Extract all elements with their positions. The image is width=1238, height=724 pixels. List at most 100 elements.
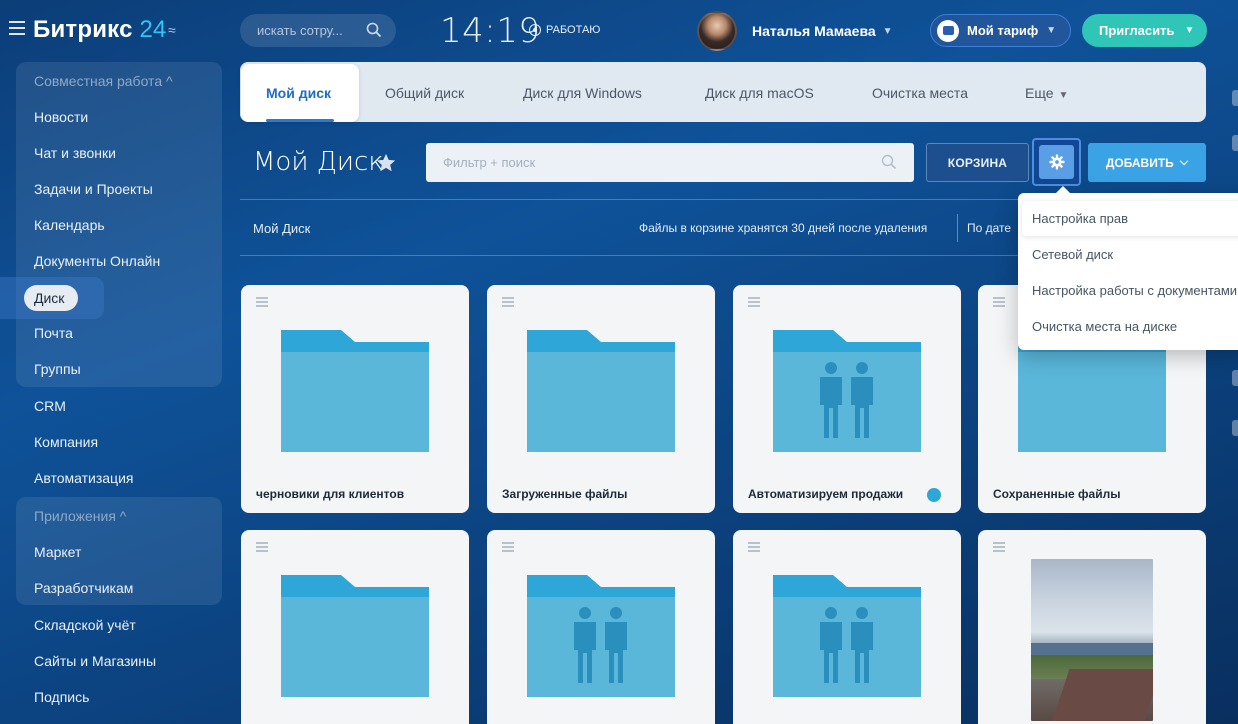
status-label: РАБОТАЮ xyxy=(546,24,601,36)
add-button[interactable]: ДОБАВИТЬ ⌵ xyxy=(1088,143,1206,182)
sidebar-item-developers[interactable]: Разработчикам xyxy=(34,580,133,596)
drag-handle-icon[interactable] xyxy=(993,542,1005,552)
sidebar-item-sign[interactable]: Подпись xyxy=(34,689,89,705)
sidebar-item-crm[interactable]: CRM xyxy=(34,398,66,414)
right-panel-icon[interactable] xyxy=(1232,370,1238,386)
sidebar-item-automation[interactable]: Автоматизация xyxy=(34,470,133,486)
tab-shared-disk[interactable]: Общий диск xyxy=(385,85,464,101)
search-icon[interactable] xyxy=(881,154,897,170)
file-card-name: черновики для клиентов xyxy=(256,487,405,501)
menu-item-disk-cleanup[interactable]: Очистка места на диске xyxy=(1032,319,1177,334)
right-panel-strip xyxy=(1232,0,1238,724)
sidebar-item-mail[interactable]: Почта xyxy=(34,325,73,341)
file-card[interactable]: черновики для клиентов xyxy=(241,285,469,513)
clock: 14:19 xyxy=(440,11,541,51)
chevron-down-icon: ▼ xyxy=(1058,90,1069,101)
drag-handle-icon[interactable] xyxy=(256,297,268,307)
settings-dropdown-menu: Настройка прав Сетевой диск Настройка ра… xyxy=(1018,186,1238,350)
sidebar-item-news[interactable]: Новости xyxy=(34,109,88,125)
folder-icon xyxy=(527,330,675,452)
trash-retention-note: Файлы в корзине хранятся 30 дней после у… xyxy=(639,221,928,235)
logo-number: 24 xyxy=(139,16,167,43)
disk-tabs: Мой диск Общий диск Диск для Windows Дис… xyxy=(240,62,1206,122)
logo[interactable]: Битрикс 24 xyxy=(33,16,167,44)
employee-search-input[interactable]: искать сотру... xyxy=(240,14,396,47)
invite-label: Пригласить xyxy=(1099,23,1175,38)
user-menu[interactable]: Наталья Мамаева ▼ xyxy=(697,11,893,51)
menu-item-access-rights[interactable]: Настройка прав xyxy=(1032,211,1128,226)
star-icon[interactable] xyxy=(375,152,397,174)
page-title: Мой Диск xyxy=(253,147,384,177)
drag-handle-icon[interactable] xyxy=(748,542,760,552)
shared-folder-icon xyxy=(773,575,921,697)
file-card-name: Сохраненные файлы xyxy=(993,487,1121,501)
sidebar-item-sites[interactable]: Сайты и Магазины xyxy=(34,653,156,669)
avatar[interactable] xyxy=(697,11,737,51)
file-card[interactable] xyxy=(978,530,1206,724)
status-icon xyxy=(529,24,541,36)
sidebar-item-market[interactable]: Маркет xyxy=(34,544,81,560)
menu-burger-icon[interactable] xyxy=(9,21,25,35)
filter-search-input[interactable]: Фильтр + поиск xyxy=(426,143,914,182)
top-header: Битрикс 24 ≈ искать сотру... 14:19 РАБОТ… xyxy=(0,0,1238,62)
user-name: Наталья Мамаева xyxy=(752,23,876,39)
sort-selector[interactable]: По дате xyxy=(967,221,1011,235)
tab-more[interactable]: Еще ▼ xyxy=(1025,85,1068,101)
sidebar-item-docs[interactable]: Документы Онлайн xyxy=(34,253,160,269)
right-panel-icon[interactable] xyxy=(1232,135,1238,151)
drag-handle-icon[interactable] xyxy=(502,542,514,552)
work-status[interactable]: РАБОТАЮ xyxy=(529,24,600,36)
tab-disk-macos[interactable]: Диск для macOS xyxy=(705,85,814,101)
sidebar-item-groups[interactable]: Группы xyxy=(34,361,81,377)
chevron-down-icon: ▼ xyxy=(882,25,893,37)
photo-sea xyxy=(1031,643,1153,655)
sidebar-item-disk[interactable]: Диск xyxy=(34,290,64,306)
tab-disk-windows[interactable]: Диск для Windows xyxy=(523,85,642,101)
sidebar-item-tasks[interactable]: Задачи и Проекты xyxy=(34,181,153,197)
invite-button[interactable]: Пригласить ▼ xyxy=(1082,14,1207,47)
drag-handle-icon[interactable] xyxy=(256,542,268,552)
tariff-label: Мой тариф xyxy=(967,23,1039,38)
tariff-button[interactable]: Мой тариф ▼ xyxy=(930,14,1071,47)
tab-my-disk[interactable]: Мой диск xyxy=(266,85,331,101)
photo-path xyxy=(1052,669,1153,721)
file-card[interactable] xyxy=(733,530,961,724)
drag-handle-icon[interactable] xyxy=(502,297,514,307)
image-thumbnail xyxy=(1031,559,1153,721)
logo-text: Битрикс xyxy=(33,16,133,43)
search-placeholder: искать сотру... xyxy=(257,23,343,38)
right-panel-icon[interactable] xyxy=(1232,420,1238,436)
menu-item-document-settings[interactable]: Настройка работы с документами xyxy=(1032,283,1237,298)
trash-button[interactable]: КОРЗИНА xyxy=(926,143,1029,182)
shared-users-icon xyxy=(927,488,941,502)
search-icon[interactable] xyxy=(366,22,382,38)
tab-active-underline xyxy=(266,119,334,122)
right-panel-icon[interactable] xyxy=(1232,90,1238,106)
file-card[interactable] xyxy=(241,530,469,724)
settings-button[interactable] xyxy=(1032,138,1081,186)
menu-item-network-drive[interactable]: Сетевой диск xyxy=(1032,247,1113,262)
file-card-name: Автоматизируем продажи xyxy=(748,487,904,501)
divider xyxy=(957,214,958,242)
shared-folder-icon xyxy=(527,575,675,697)
sidebar-item-company[interactable]: Компания xyxy=(34,434,98,450)
gear-icon xyxy=(1049,154,1064,170)
tab-cleanup[interactable]: Очистка места xyxy=(872,85,968,101)
sidebar: Совместная работа ^ Новости Чат и звонки… xyxy=(0,62,230,724)
sidebar-section-collab[interactable]: Совместная работа ^ xyxy=(34,73,173,89)
drag-handle-icon[interactable] xyxy=(993,297,1005,307)
tab-more-label: Еще xyxy=(1025,85,1054,101)
briefcase-icon xyxy=(937,19,959,42)
logo-settings-icon[interactable]: ≈ xyxy=(168,22,176,38)
sidebar-section-apps[interactable]: Приложения ^ xyxy=(34,508,126,524)
chevron-down-icon: ⌵ xyxy=(1179,156,1189,168)
breadcrumb[interactable]: Мой Диск xyxy=(253,221,310,236)
file-card[interactable] xyxy=(487,530,715,724)
drag-handle-icon[interactable] xyxy=(748,297,760,307)
sidebar-item-calendar[interactable]: Календарь xyxy=(34,217,105,233)
file-card[interactable]: Загруженные файлы xyxy=(487,285,715,513)
sidebar-item-chat[interactable]: Чат и звонки xyxy=(34,145,116,161)
file-card-name: Загруженные файлы xyxy=(502,487,628,501)
sidebar-item-inventory[interactable]: Складской учёт xyxy=(34,617,136,633)
file-card[interactable]: Автоматизируем продажи xyxy=(733,285,961,513)
